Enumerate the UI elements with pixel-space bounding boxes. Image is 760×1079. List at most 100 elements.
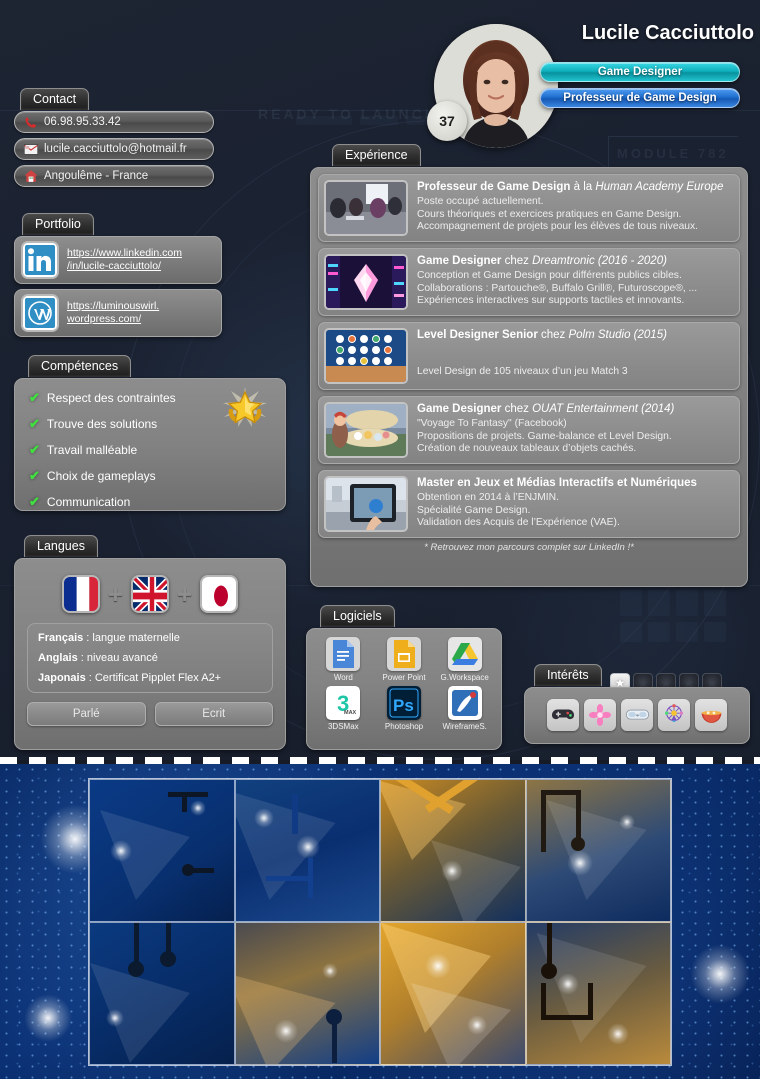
ramen-bowl-icon-svg (701, 710, 721, 723)
portfolio-linkedin-url[interactable]: https://www.linkedin.com /in/lucile-cacc… (67, 247, 182, 273)
software-item-photoshop[interactable]: Ps Photoshop (377, 686, 432, 731)
google-drive-icon-svg (451, 643, 478, 665)
software-item-word[interactable]: Word (316, 637, 371, 682)
crystal-game-photo-svg (326, 256, 406, 308)
langues-tab: Langues (24, 535, 98, 557)
flag-uk-svg (133, 577, 167, 611)
software-label: 3DSMax (327, 722, 359, 731)
experience-item[interactable]: Professeur de Game Design à la Human Aca… (318, 174, 740, 242)
portfolio-item-linkedin[interactable]: https://www.linkedin.com /in/lucile-cacc… (14, 236, 222, 284)
ferris-wheel-icon-svg (665, 704, 683, 723)
software-item-wireframesketcher[interactable]: WireframeS. (437, 686, 492, 731)
competence-label: Respect des contraintes (46, 391, 176, 405)
interets-icons (533, 699, 741, 731)
gamepad-icon[interactable] (547, 699, 579, 731)
experience-tab: Expérience (332, 144, 421, 166)
competences-panel: ✔ Respect des contraintes ✔ Trouve des s… (14, 378, 286, 511)
experience-desc-line (417, 344, 734, 356)
grid-tile (525, 779, 671, 922)
logiciels-panel: Word Power Point G.Workspace 3 MAX 3DSMa… (306, 628, 502, 750)
flag-france-svg (63, 577, 98, 611)
grid-tile (89, 922, 235, 1065)
experience-desc-line: Spécialité Game Design. (417, 504, 531, 516)
classroom-photo-svg (326, 182, 406, 234)
wireframesketcher-icon (447, 686, 482, 720)
experience-desc-line: Création de nouveaux tableaux d’objets c… (417, 443, 637, 454)
experience-desc-line: Obtention en 2014 à l’ENJMIN. (417, 492, 559, 503)
parle-button[interactable]: Parlé (27, 702, 146, 726)
competence-item: ✔ Choix de gameplays (29, 468, 271, 484)
decorative-image-grid (88, 778, 672, 1066)
check-icon: ✔ (29, 442, 40, 457)
experience-title: Game Designer chez OUAT Entertainment (2… (417, 402, 734, 417)
grid-tile (234, 779, 380, 922)
software-item-powerpoint[interactable]: Power Point (377, 637, 432, 682)
contact-location[interactable]: Angoulême - France (14, 165, 214, 187)
title-badge-professeur: Professeur de Game Design (540, 88, 740, 108)
hud-block-decor (648, 622, 670, 642)
experience-company: Human Academy Europe (595, 181, 724, 193)
software-item-3dsmax[interactable]: 3 MAX 3DSMax (316, 686, 371, 731)
hud-block-decor (360, 116, 398, 125)
glow-decor (690, 944, 750, 1004)
ecrit-button[interactable]: Ecrit (154, 702, 273, 726)
competence-label: Trouve des solutions (46, 417, 158, 431)
langue-level: : langue maternelle (83, 632, 180, 644)
ferris-wheel-icon[interactable] (658, 699, 690, 731)
flag-japan-svg (202, 577, 237, 611)
langue-name: Français (38, 632, 84, 644)
experience-item[interactable]: Master en Jeux et Médias Interactifs et … (318, 470, 740, 538)
tablet-ar-photo (324, 476, 408, 532)
hud-block-decor (296, 116, 352, 125)
experience-body: Level Designer Senior chez Polm Studio (… (417, 328, 734, 384)
fantasy-game-photo-svg (326, 404, 406, 456)
grid-tile (234, 922, 380, 1065)
competence-label: Choix de gameplays (46, 469, 156, 483)
hud-block-decor (620, 590, 642, 616)
contact-email[interactable]: lucile.cacciuttolo@hotmail.fr (14, 138, 214, 160)
experience-desc-line: "Voyage To Fantasy" (Facebook) (417, 418, 567, 429)
experience-item[interactable]: Level Designer Senior chez Polm Studio (… (318, 322, 740, 390)
flag-france (61, 575, 100, 613)
langue-level: : Certificat Pipplet Flex A2+ (85, 672, 222, 684)
experience-item[interactable]: Game Designer chez OUAT Entertainment (2… (318, 396, 740, 464)
experience-desc-line: Validation des Acquis de l’Expérience (V… (417, 517, 620, 528)
portfolio-item-wordpress[interactable]: https://luminouswirl. wordpress.com/ (14, 289, 222, 337)
contact-location-value: Angoulême - France (44, 170, 149, 182)
gold-star-badge (219, 385, 271, 431)
sakura-flower-icon[interactable] (584, 699, 616, 731)
experience-item[interactable]: Game Designer chez Dreamtronic (2016 - 2… (318, 248, 740, 316)
contact-section: 06.98.95.33.42 lucile.cacciuttolo@hotmai… (14, 111, 214, 192)
software-label: Word (333, 673, 353, 682)
phone-icon-svg (25, 116, 36, 128)
hud-block-decor (648, 590, 670, 616)
ramen-bowl-icon[interactable] (695, 699, 727, 731)
wireframesketcher-icon-svg (448, 687, 481, 719)
sakura-flower-icon-svg (589, 704, 611, 726)
langues-buttons: Parlé Ecrit (27, 702, 273, 726)
vr-headset-icon[interactable] (621, 699, 653, 731)
competence-label: Communication (46, 495, 131, 509)
experience-desc-line: Expériences interactives sur supports ta… (417, 295, 685, 306)
dashed-divider (0, 757, 760, 764)
portfolio-wordpress-line2: wordpress.com/ (67, 313, 142, 325)
competence-label: Travail malléable (46, 443, 138, 457)
experience-connector: chez (501, 255, 533, 267)
contact-phone[interactable]: 06.98.95.33.42 (14, 111, 214, 133)
check-icon: ✔ (29, 494, 40, 509)
contact-tab: Contact (20, 88, 90, 110)
experience-desc-line: Collaborations : Partouche®, Buffalo Gri… (417, 282, 698, 294)
logiciels-tab: Logiciels (320, 605, 395, 627)
software-item-gworkspace[interactable]: G.Workspace (437, 637, 492, 682)
powerpoint-icon (386, 637, 421, 671)
portfolio-linkedin-line1: https://www.linkedin.com (67, 247, 182, 259)
wordpress-icon-svg (23, 296, 57, 330)
portfolio-wordpress-url[interactable]: https://luminouswirl. wordpress.com/ (67, 300, 159, 326)
experience-body: Game Designer chez Dreamtronic (2016 - 2… (417, 254, 734, 310)
langue-name: Japonais (38, 672, 86, 684)
experience-company: Polm Studio (2015) (568, 329, 667, 341)
experience-desc-line: Cours théoriques et exercices pratiques … (417, 208, 682, 220)
experience-company: OUAT Entertainment (2014) (532, 403, 675, 415)
experience-role: Level Designer Senior (417, 329, 538, 341)
experience-role: Professeur de Game Design (417, 181, 571, 193)
